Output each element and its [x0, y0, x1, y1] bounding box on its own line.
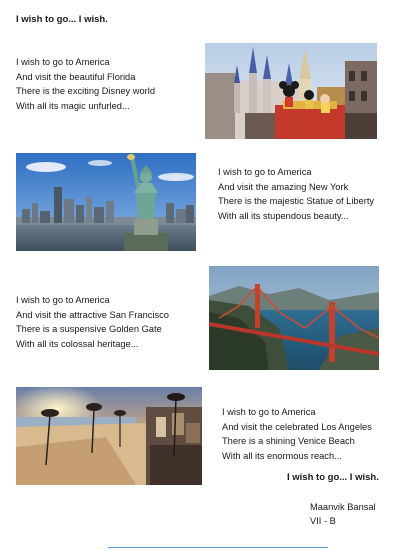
stanza-line: I wish to go to America — [16, 57, 110, 67]
stanza-line: And visit the attractive San Francisco — [16, 309, 169, 320]
stanza-line: There is the exciting Disney world — [16, 86, 155, 96]
stanza-line: And visit the celebrated Los Angeles — [222, 421, 372, 432]
stanza-line: There is a suspensive Golden Gate — [16, 324, 162, 334]
stanza-florida: I wish to go to America And visit the be… — [16, 55, 155, 113]
stanza-new-york: I wish to go to America And visit the am… — [218, 165, 374, 223]
stanza-san-francisco: I wish to go to America And visit the at… — [16, 293, 169, 351]
stanza-line: I wish to go to America — [222, 407, 316, 417]
golden-gate-photo — [209, 266, 379, 370]
author-signature: Maanvik Bansal VII - B — [310, 500, 376, 528]
stanza-line: With all its enormous reach... — [222, 450, 342, 461]
author-name: Maanvik Bansal — [310, 502, 376, 512]
author-class: VII - B — [310, 516, 336, 526]
poem-title: I wish to go... I wish. — [16, 14, 108, 25]
footer-divider — [108, 547, 328, 548]
closing-line: I wish to go... I wish. — [287, 472, 379, 483]
stanza-line: And visit the amazing New York — [218, 181, 349, 192]
statue-of-liberty-photo — [16, 153, 196, 251]
stanza-line: With all its colossal heritage... — [16, 338, 139, 349]
stanza-line: With all its stupendous beauty... — [218, 210, 349, 221]
venice-beach-photo — [16, 387, 202, 485]
stanza-line: There is the majestic Statue of Liberty — [218, 196, 375, 206]
stanza-line: I wish to go to America — [218, 167, 312, 177]
disney-castle-photo — [205, 43, 377, 139]
stanza-line: There is a shining Venice Beach — [222, 436, 355, 446]
stanza-los-angeles: I wish to go to America And visit the ce… — [222, 405, 372, 463]
stanza-line: I wish to go to America — [16, 295, 110, 305]
stanza-line: And visit the beautiful Florida — [16, 71, 136, 82]
stanza-line: With all its magic unfurled... — [16, 100, 130, 111]
